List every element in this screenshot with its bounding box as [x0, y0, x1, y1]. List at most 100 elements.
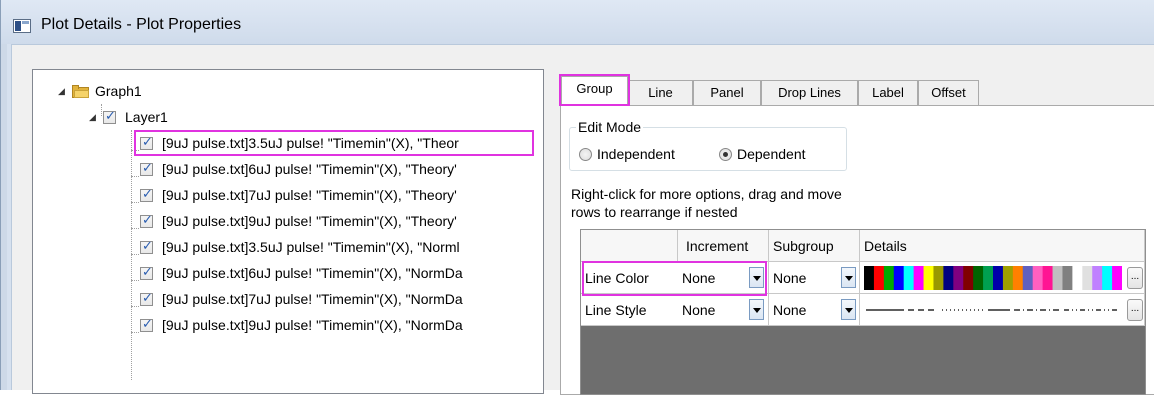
- subgroup-dropdown-button[interactable]: [841, 299, 856, 320]
- window-icon: [13, 19, 31, 33]
- row-label-line-style[interactable]: Line Style: [581, 294, 678, 326]
- tree-node-label: [9uJ pulse.txt]6uJ pulse! "Timemin"(X), …: [162, 265, 463, 281]
- tree-node-plot[interactable]: ✓ [9uJ pulse.txt]7uJ pulse! "Timemin"(X)…: [140, 182, 457, 208]
- palette-swatch: [1112, 266, 1122, 290]
- tab-panel[interactable]: Panel: [693, 80, 761, 105]
- palette-swatch: [953, 266, 964, 290]
- tree-node-graph1[interactable]: ◢ Graph1: [58, 78, 142, 104]
- window-left-edge: [1, 0, 7, 390]
- tab-drop-lines[interactable]: Drop Lines: [761, 80, 858, 105]
- palette-swatch: [923, 266, 934, 290]
- header-subgroup[interactable]: Subgroup: [769, 230, 860, 262]
- help-text-line: rows to rearrange if nested: [571, 204, 738, 220]
- tree-node-plot[interactable]: ✓ [9uJ pulse.txt]7uJ pulse! "Timemin"(X)…: [140, 286, 463, 312]
- group-grid[interactable]: Increment Subgroup Details Line Color No…: [580, 229, 1146, 395]
- tab-label: Offset: [931, 85, 966, 100]
- palette-swatch: [1032, 266, 1044, 290]
- radio-dependent-label: Dependent: [737, 146, 806, 162]
- increment-dropdown-button[interactable]: [749, 299, 764, 320]
- tree-node-layer1[interactable]: ◢ ✓ Layer1: [89, 104, 168, 130]
- line-style-preview[interactable]: [864, 298, 1122, 322]
- plot-checkbox[interactable]: ✓: [140, 160, 153, 176]
- tree-node-label: [9uJ pulse.txt]7uJ pulse! "Timemin"(X), …: [162, 291, 463, 307]
- subgroup-value: None: [773, 301, 807, 318]
- palette-swatch: [1042, 266, 1054, 290]
- tree-node-label: [9uJ pulse.txt]9uJ pulse! "Timemin"(X), …: [162, 213, 457, 229]
- collapse-icon[interactable]: ◢: [89, 112, 99, 123]
- radio-dependent[interactable]: [719, 148, 732, 161]
- color-details-button[interactable]: ...: [1127, 267, 1143, 289]
- tree-node-plot[interactable]: ✓ [9uJ pulse.txt]9uJ pulse! "Timemin"(X)…: [140, 312, 463, 338]
- palette-swatch: [1102, 266, 1113, 290]
- highlight-box: [582, 261, 767, 296]
- tree-node-label: [9uJ pulse.txt]7uJ pulse! "Timemin"(X), …: [162, 187, 457, 203]
- increment-value: None: [682, 301, 716, 318]
- tab-label: Line: [648, 85, 673, 100]
- palette-swatch: [983, 266, 994, 290]
- tab-offset[interactable]: Offset: [918, 80, 979, 105]
- plot-checkbox[interactable]: ✓: [140, 212, 153, 228]
- tree-node-plot[interactable]: ✓ [9uJ pulse.txt]6uJ pulse! "Timemin"(X)…: [140, 260, 463, 286]
- details-cell[interactable]: [860, 262, 1145, 294]
- plot-details-window: Plot Details - Plot Properties ◢ Graph1 …: [0, 0, 1154, 395]
- color-palette-swatch[interactable]: [864, 266, 1122, 290]
- help-text: Right-click for more options, drag and m…: [571, 185, 931, 221]
- palette-swatch: [1052, 266, 1063, 290]
- palette-swatch: [1012, 266, 1024, 290]
- subgroup-value: None: [773, 269, 807, 286]
- tree-node-plot[interactable]: ✓ [9uJ pulse.txt]9uJ pulse! "Timemin"(X)…: [140, 208, 457, 234]
- tree-node-label: [9uJ pulse.txt]9uJ pulse! "Timemin"(X), …: [162, 317, 463, 333]
- header-increment[interactable]: Increment: [678, 230, 769, 262]
- tab-label[interactable]: Label: [858, 80, 918, 105]
- tree-node-label: [9uJ pulse.txt]6uJ pulse! "Timemin"(X), …: [162, 161, 457, 177]
- highlight-box: [134, 130, 534, 156]
- palette-swatch: [1092, 266, 1103, 290]
- palette-swatch: [933, 266, 944, 290]
- radio-independent-label: Independent: [597, 146, 675, 162]
- palette-swatch: [1072, 266, 1083, 290]
- tab-label: Panel: [710, 85, 744, 100]
- palette-swatch: [1022, 266, 1034, 290]
- palette-swatch: [864, 266, 875, 290]
- palette-swatch: [1082, 266, 1093, 290]
- tree-node-label: [9uJ pulse.txt]3.5uJ pulse! "Timemin"(X)…: [162, 239, 460, 255]
- dialog-body: ◢ Graph1 ◢ ✓ Layer1 ✓ [9uJ pulse.txt]3.5…: [11, 44, 1154, 395]
- collapse-icon[interactable]: ◢: [58, 86, 68, 97]
- palette-swatch: [893, 266, 905, 290]
- header-details[interactable]: Details: [860, 230, 1145, 262]
- title-bar[interactable]: Plot Details - Plot Properties: [1, 0, 1154, 44]
- window-title: Plot Details - Plot Properties: [41, 16, 242, 33]
- tree-node-plot[interactable]: ✓ [9uJ pulse.txt]6uJ pulse! "Timemin"(X)…: [140, 156, 457, 182]
- palette-swatch: [993, 266, 1004, 290]
- radio-independent[interactable]: [579, 148, 592, 161]
- palette-swatch: [913, 266, 925, 290]
- tab-line[interactable]: Line: [628, 80, 693, 105]
- tab-label: Drop Lines: [778, 85, 841, 100]
- plot-checkbox[interactable]: ✓: [140, 238, 153, 254]
- subgroup-dropdown-button[interactable]: [841, 267, 856, 288]
- palette-swatch: [903, 266, 915, 290]
- highlight-box: [559, 74, 630, 106]
- palette-swatch: [1062, 266, 1073, 290]
- edit-mode-label: Edit Mode: [576, 119, 644, 135]
- plot-checkbox[interactable]: ✓: [140, 264, 153, 280]
- grid-corner: [581, 230, 678, 262]
- folder-icon: [72, 84, 89, 98]
- palette-swatch: [883, 266, 895, 290]
- plot-checkbox[interactable]: ✓: [140, 290, 153, 306]
- details-cell[interactable]: [860, 294, 1145, 326]
- plot-checkbox[interactable]: ✓: [140, 186, 153, 202]
- tab-label-text: Label: [872, 85, 904, 100]
- palette-swatch: [973, 266, 984, 290]
- plot-tree[interactable]: ◢ Graph1 ◢ ✓ Layer1 ✓ [9uJ pulse.txt]3.5…: [32, 69, 544, 394]
- layer-checkbox[interactable]: ✓: [103, 108, 116, 124]
- palette-swatch: [1002, 266, 1014, 290]
- palette-swatch: [943, 266, 954, 290]
- tree-node-plot[interactable]: ✓ [9uJ pulse.txt]3.5uJ pulse! "Timemin"(…: [140, 234, 460, 260]
- tree-node-label: Layer1: [125, 109, 168, 125]
- style-details-button[interactable]: ...: [1127, 299, 1143, 321]
- plot-checkbox[interactable]: ✓: [140, 316, 153, 332]
- palette-swatch: [963, 266, 974, 290]
- palette-swatch: [873, 266, 885, 290]
- help-text-line: Right-click for more options, drag and m…: [571, 186, 842, 202]
